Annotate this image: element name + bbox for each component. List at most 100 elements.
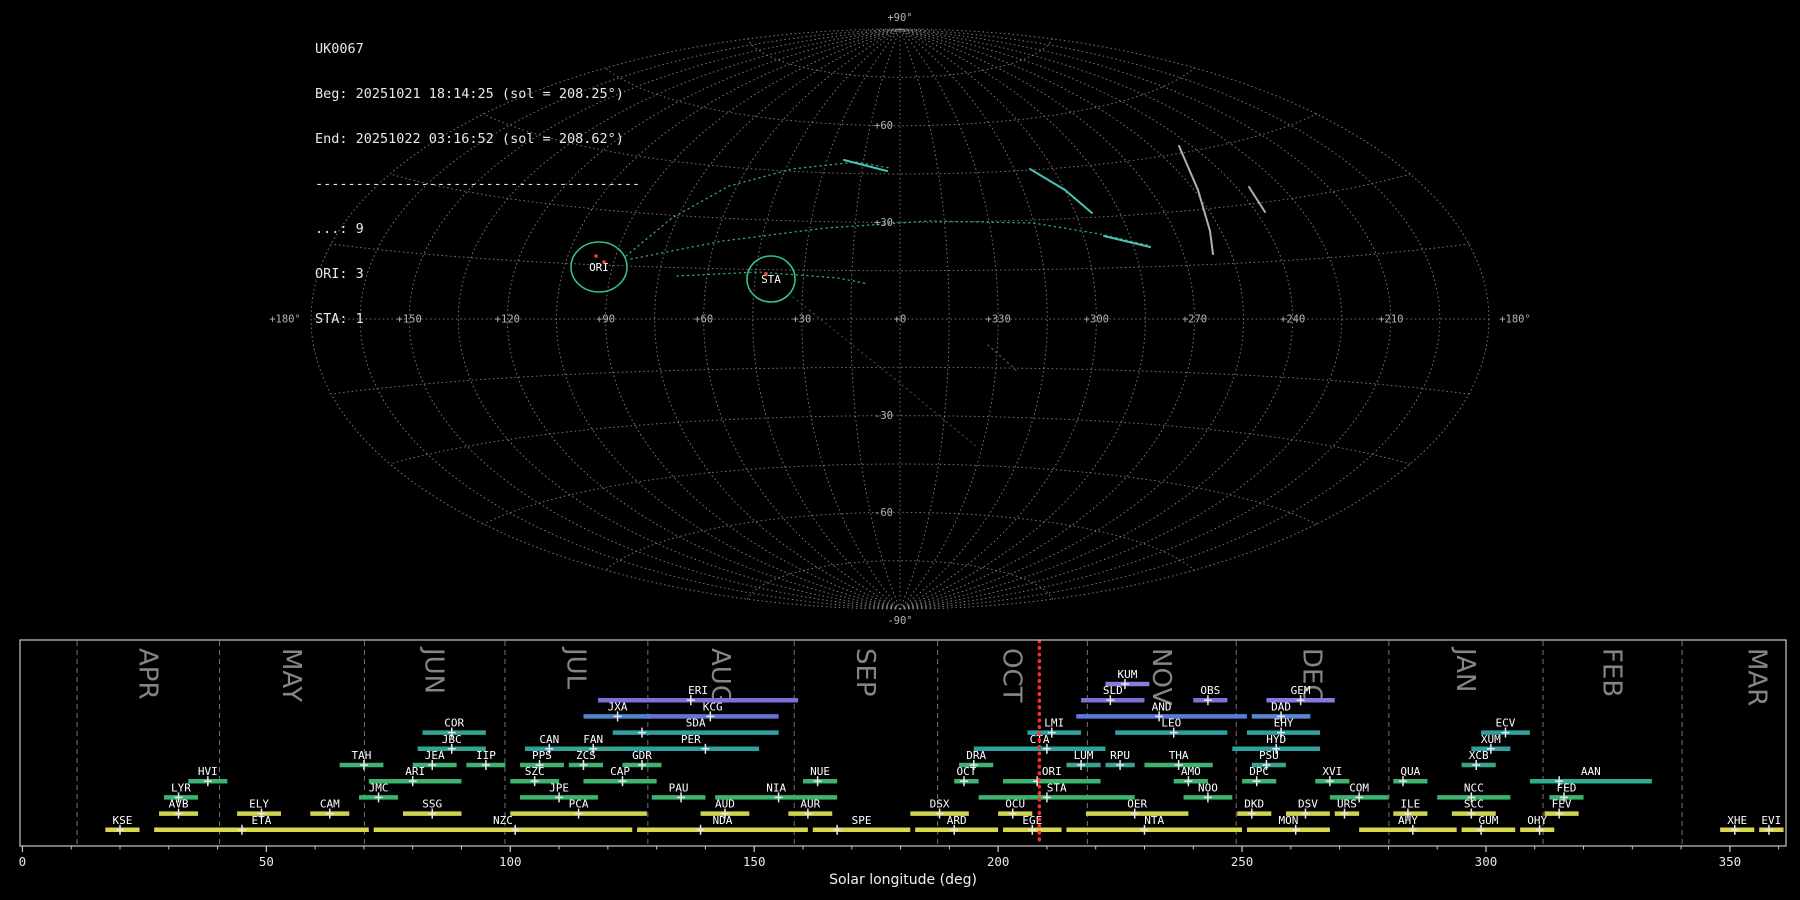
- map-lon-label: +240: [1280, 314, 1305, 326]
- shower-label-XCB: XCB: [1469, 749, 1489, 762]
- x-tick-label: 50: [259, 854, 274, 869]
- shower-label-COR: COR: [444, 717, 464, 730]
- month-label-JUL: JUL: [560, 646, 590, 690]
- shower-label-NCC: NCC: [1464, 781, 1484, 794]
- map-lon-label: +270: [1182, 314, 1207, 326]
- shower-label-AMO: AMO: [1181, 765, 1201, 778]
- shower-label-SLD: SLD: [1103, 684, 1123, 697]
- shower-label-OHY: OHY: [1527, 814, 1547, 827]
- shower-label-XUM: XUM: [1481, 733, 1501, 746]
- meteor-trail: [1178, 145, 1214, 255]
- month-label-SEP: SEP: [850, 648, 880, 697]
- map-lon-label: +60: [694, 314, 713, 326]
- shower-label-CAP: CAP: [610, 765, 630, 778]
- month-label-NOV: NOV: [1146, 648, 1176, 705]
- shower-label-AUD: AUD: [715, 798, 735, 811]
- map-lon-label: +180°: [269, 314, 301, 326]
- map-grid-meridian: [654, 28, 901, 610]
- shower-label-AND: AND: [1152, 700, 1172, 713]
- x-tick-label: 0: [19, 854, 27, 869]
- shower-label-MON: MON: [1278, 814, 1298, 827]
- begin-time: Beg: 20251021 18:14:25 (sol = 208.25°): [315, 86, 624, 102]
- map-lon-label: +210: [1378, 314, 1403, 326]
- count-sta: STA: 1: [315, 311, 364, 327]
- map-grid-meridian: [899, 28, 1048, 610]
- map-lon-label: +180°: [1499, 314, 1531, 326]
- shower-label-OBS: OBS: [1200, 684, 1220, 697]
- radiant-and-activity-plot: ORISTA+180° +150 +120 +90 +60 +30 +0 +330 +300 +2…: [19, 12, 1787, 888]
- count-ori: ORI: 3: [315, 266, 364, 282]
- shower-label-THA: THA: [1169, 749, 1189, 762]
- shower-label-LUM: LUM: [1074, 749, 1094, 762]
- x-tick-label: 150: [743, 854, 766, 869]
- shower-label-XHE: XHE: [1727, 814, 1747, 827]
- map-grid-meridian: [850, 28, 901, 610]
- shower-label-COM: COM: [1349, 781, 1369, 794]
- shower-label-EHY: EHY: [1274, 717, 1294, 730]
- shower-label-XVI: XVI: [1322, 765, 1342, 778]
- shower-label-DSX: DSX: [930, 798, 950, 811]
- station-id: UK0067: [315, 41, 364, 57]
- shower-label-DSV: DSV: [1298, 798, 1318, 811]
- shower-label-JPE: JPE: [549, 781, 569, 794]
- shower-label-GUM: GUM: [1478, 814, 1498, 827]
- activity-timeline: APR MAY JUN JUL AUG SEP OCT NOV DEC JAN FEB MARKUME…: [19, 639, 1787, 888]
- shower-label-LYR: LYR: [171, 781, 191, 794]
- map-lon-label: +330: [986, 314, 1011, 326]
- map-lat-label: -30: [874, 410, 893, 422]
- shower-label-JEA: JEA: [425, 749, 445, 762]
- shower-label-CAN: CAN: [539, 733, 559, 746]
- x-axis-title: Solar longitude (deg): [829, 872, 977, 888]
- shower-label-ELY: ELY: [249, 798, 269, 811]
- shower-label-AUR: AUR: [800, 798, 820, 811]
- map-lat-label: +30: [874, 217, 893, 229]
- shower-label-ETA: ETA: [252, 814, 272, 827]
- month-label-APR: APR: [132, 648, 162, 700]
- shower-label-ERI: ERI: [688, 684, 708, 697]
- shower-label-NIA: NIA: [766, 781, 786, 794]
- shower-label-ECV: ECV: [1496, 717, 1516, 730]
- shower-label-KCG: KCG: [703, 700, 723, 713]
- shower-label-DPC: DPC: [1249, 765, 1269, 778]
- shower-label-ARI: ARI: [405, 765, 425, 778]
- shower-label-JMC: JMC: [369, 781, 389, 794]
- x-tick-label: 300: [1475, 854, 1498, 869]
- shower-label-ORI: ORI: [1042, 765, 1062, 778]
- info-divider: ----------------------------------------: [315, 176, 641, 192]
- map-grid-parallel: [483, 463, 1317, 525]
- shower-label-DAD: DAD: [1271, 700, 1291, 713]
- shower-label-PAU: PAU: [669, 781, 689, 794]
- meteor-trail: [987, 344, 1018, 372]
- shower-label-FAN: FAN: [583, 733, 603, 746]
- month-label-MAR: MAR: [1742, 648, 1772, 706]
- map-lon-label: +0: [894, 314, 907, 326]
- shower-label-IIP: IIP: [476, 749, 496, 762]
- shower-label-ZCS: ZCS: [576, 749, 596, 762]
- shower-label-FED: FED: [1557, 781, 1577, 794]
- map-lon-label: +30: [792, 314, 811, 326]
- shower-label-ILE: ILE: [1400, 798, 1420, 811]
- shower-label-CAM: CAM: [320, 798, 340, 811]
- shower-label-DRA: DRA: [966, 749, 986, 762]
- meteor-trail: [1248, 186, 1266, 213]
- shower-label-AAN: AAN: [1581, 765, 1601, 778]
- shower-label-DKD: DKD: [1244, 798, 1264, 811]
- shower-label-FEV: FEV: [1552, 798, 1572, 811]
- shower-label-NTA: NTA: [1144, 814, 1164, 827]
- radiant-label-STA: STA: [761, 273, 781, 286]
- shower-label-GEM: GEM: [1291, 684, 1311, 697]
- shower-label-SSG: SSG: [422, 798, 442, 811]
- meteor-radiant-report: { "info": { "lines": [ "UK0067", "Beg: 2…: [0, 0, 1800, 900]
- shower-label-TAH: TAH: [352, 749, 372, 762]
- shower-label-PER: PER: [681, 733, 701, 746]
- shower-label-EVI: EVI: [1761, 814, 1781, 827]
- shower-label-SCC: SCC: [1464, 798, 1484, 811]
- shower-label-AHY: AHY: [1398, 814, 1418, 827]
- map-lat-label: +90°: [887, 12, 912, 24]
- count-unclassified: ...: 9: [315, 221, 364, 237]
- month-label-JAN: JAN: [1450, 646, 1480, 692]
- shower-label-SDA: SDA: [686, 717, 706, 730]
- meteor-trail: [843, 159, 888, 172]
- map-grid-meridian: [899, 28, 1343, 610]
- x-tick-label: 250: [1231, 854, 1254, 869]
